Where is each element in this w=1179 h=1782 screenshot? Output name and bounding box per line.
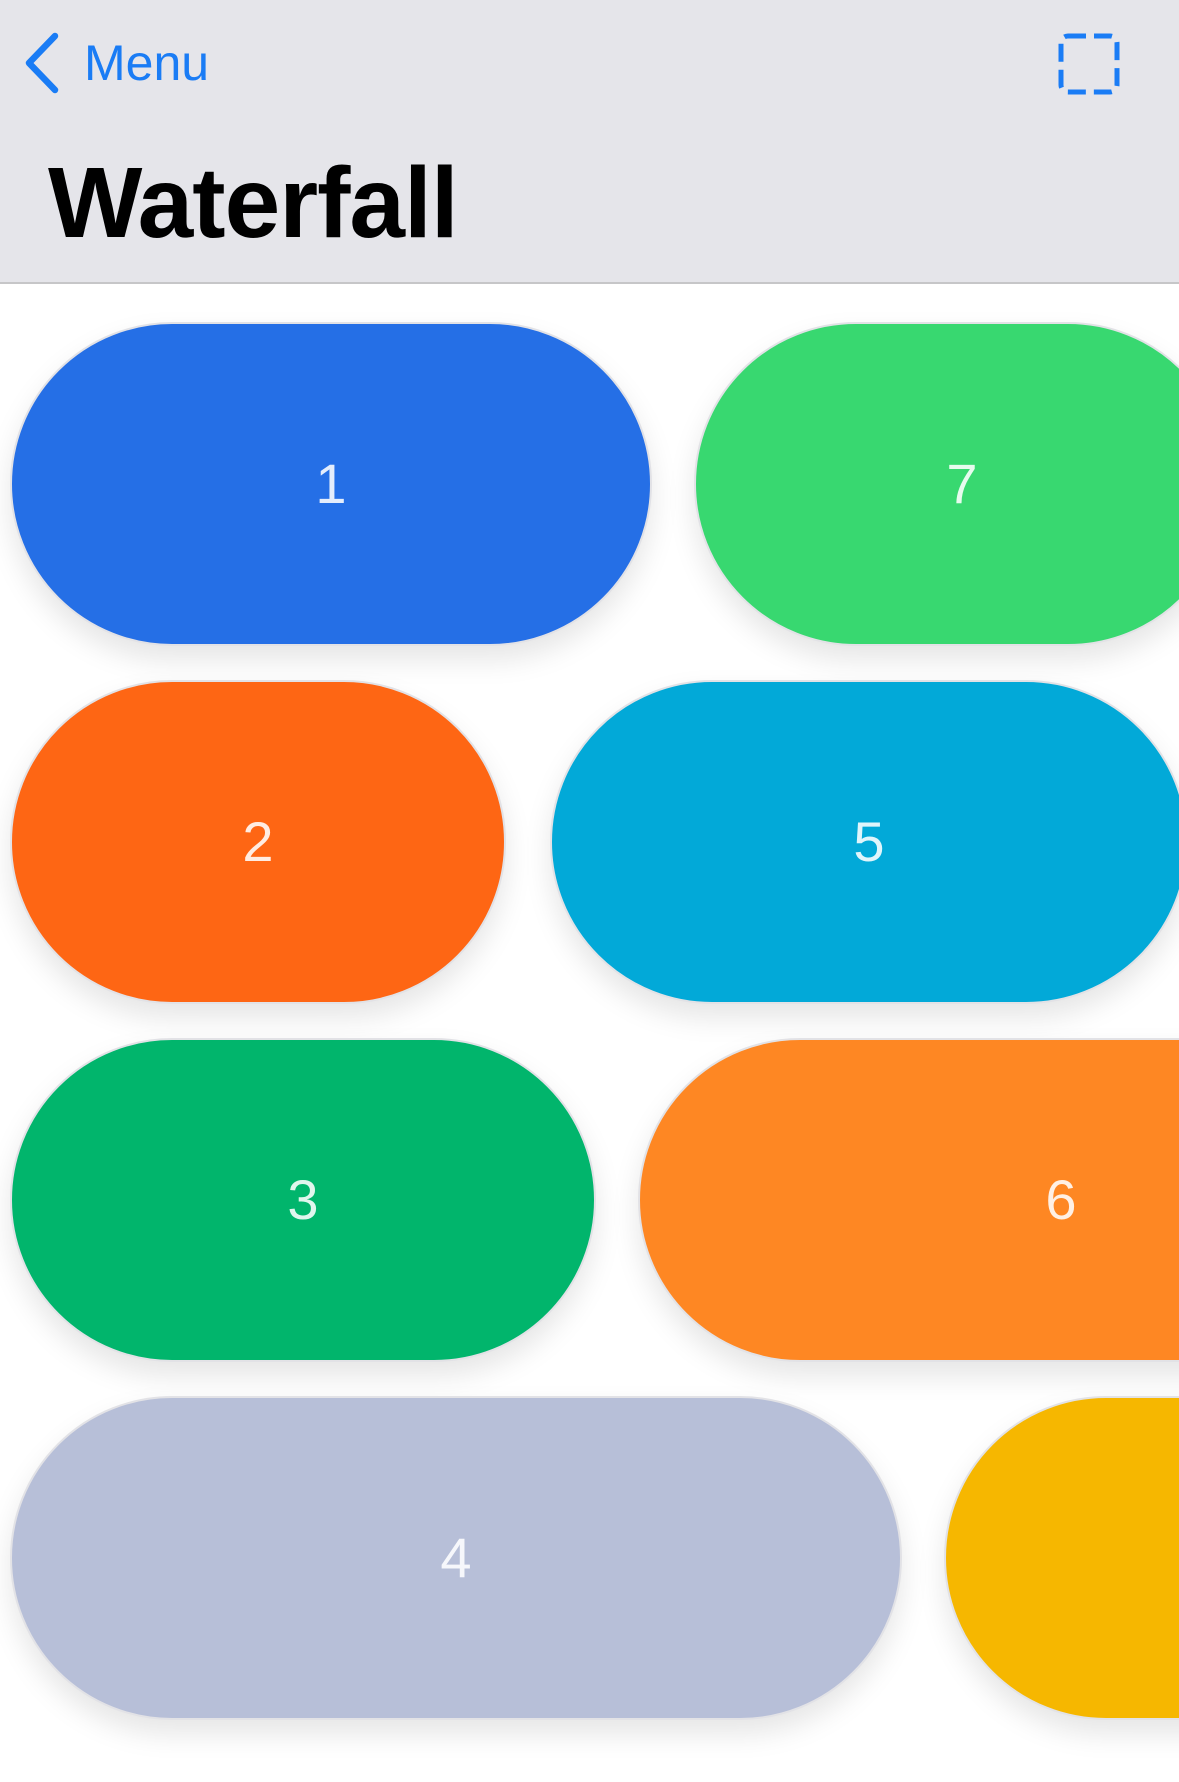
tile-7[interactable]: 7 (694, 322, 1179, 646)
tile-label: 2 (242, 810, 274, 873)
tile-5[interactable]: 5 (550, 680, 1179, 1004)
tile-6[interactable]: 6 (638, 1038, 1179, 1362)
tile-label: 3 (287, 1168, 319, 1231)
select-area-button[interactable] (1054, 30, 1124, 100)
tile-label: 4 (440, 1526, 472, 1589)
tile-label: 5 (853, 810, 885, 873)
tile-2[interactable]: 2 (10, 680, 506, 1004)
tile-label: 6 (1045, 1168, 1077, 1231)
tile-label: 7 (946, 452, 978, 515)
navigation-bar: Menu Waterfall (0, 0, 1179, 284)
dashed-selection-icon (1058, 33, 1120, 95)
tile-label: 1 (315, 452, 347, 515)
waterfall-grid: 1 7 2 5 3 6 4 (0, 284, 1179, 1782)
page-title: Waterfall (48, 147, 459, 259)
tile-8[interactable] (944, 1396, 1179, 1720)
chevron-left-icon (25, 32, 59, 94)
tile-4[interactable]: 4 (10, 1396, 902, 1720)
back-button[interactable]: Menu (24, 28, 209, 98)
tile-1[interactable]: 1 (10, 322, 652, 646)
tile-3[interactable]: 3 (10, 1038, 596, 1362)
back-button-label: Menu (84, 35, 210, 91)
waterfall-screen: Menu Waterfall 1 7 2 5 3 6 4 (0, 0, 1179, 1782)
